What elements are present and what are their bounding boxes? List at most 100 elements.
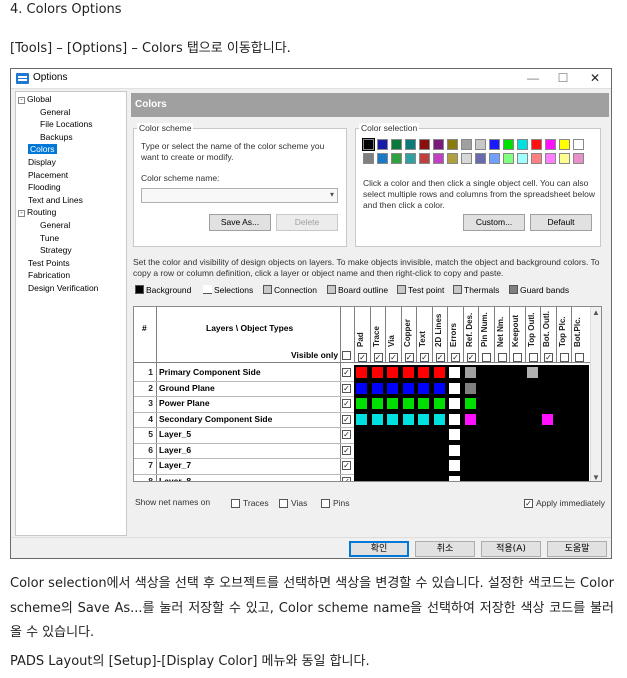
color-cell[interactable] [480,367,491,378]
cancel-button[interactable]: 취소 [415,541,475,557]
color-cell[interactable] [480,382,491,394]
palette-swatch[interactable] [377,153,388,164]
color-cell[interactable] [495,382,507,394]
apply-button[interactable]: 적용(A) [481,541,541,557]
color-cell[interactable] [387,367,398,378]
legend-swatch[interactable] [135,285,144,294]
color-cell[interactable] [557,413,569,425]
color-cell[interactable] [402,475,414,481]
color-cell[interactable] [480,413,491,425]
column-visible-checkbox[interactable] [513,353,522,362]
color-cell[interactable] [495,429,507,440]
tree-item-routing[interactable]: - Routing [18,207,56,218]
color-cell[interactable] [449,382,460,394]
layer-visible-checkbox[interactable]: ✓ [342,383,351,393]
color-cell[interactable] [387,413,398,425]
column-visible-checkbox[interactable] [559,353,569,362]
palette-swatch[interactable] [475,153,486,164]
palette-swatch[interactable] [559,153,570,164]
color-cell[interactable] [371,460,383,471]
palette-swatch[interactable] [461,153,472,164]
column-header-text[interactable]: Text [418,331,427,347]
column-header-pad[interactable]: Pad [356,332,365,347]
column-header-bot-plc-[interactable]: Bot.Plc. [573,317,582,347]
color-cell[interactable] [418,382,429,394]
color-cell[interactable] [387,444,398,456]
color-cell[interactable] [511,475,522,481]
color-cell[interactable] [449,413,460,425]
column-header-trace[interactable]: Trace [372,326,381,347]
color-cell[interactable] [495,413,507,425]
tree-item-test-points[interactable]: Test Points [28,258,70,269]
column-header-top-plc-[interactable]: Top Plc. [558,316,567,347]
color-cell[interactable] [356,413,367,425]
palette-swatch[interactable] [405,139,416,150]
color-cell[interactable] [433,398,445,409]
color-cell[interactable] [356,460,367,471]
color-cell[interactable] [387,460,398,471]
color-cell[interactable] [573,475,584,481]
save-as-button[interactable]: Save As... [209,214,271,231]
color-cell[interactable] [511,413,522,425]
color-cell[interactable] [480,398,491,409]
color-cell[interactable] [356,367,367,378]
legend-swatch[interactable] [327,285,336,294]
visible-only-checkbox[interactable] [342,351,351,360]
palette-swatch[interactable] [517,153,528,164]
tree-item-fabrication[interactable]: Fabrication [28,270,70,281]
color-cell[interactable] [464,367,476,378]
color-cell[interactable] [557,367,569,378]
color-cell[interactable] [464,460,476,471]
layer-name[interactable]: Layer_5 [159,429,191,439]
palette-swatch[interactable] [573,139,584,150]
color-cell[interactable] [433,413,445,425]
column-visible-checkbox[interactable]: ✓ [358,353,367,362]
palette-swatch[interactable] [433,139,444,150]
palette-swatch[interactable] [419,153,430,164]
color-cell[interactable] [495,475,507,481]
tree-item-placement[interactable]: Placement [28,170,68,181]
color-cell[interactable] [418,444,429,456]
color-cell[interactable] [573,398,584,409]
color-cell[interactable] [542,429,553,440]
color-cell[interactable] [495,460,507,471]
color-cell[interactable] [573,444,584,456]
column-visible-checkbox[interactable]: ✓ [435,353,445,362]
color-cell[interactable] [356,398,367,409]
color-cell[interactable] [557,444,569,456]
tree-item-design-verification[interactable]: Design Verification [28,283,98,294]
color-cell[interactable] [526,382,538,394]
color-cell[interactable] [371,413,383,425]
palette-swatch[interactable] [531,139,542,150]
column-header-2d-lines[interactable]: 2D Lines [434,314,443,347]
column-header-top-outl-[interactable]: Top Outl. [527,312,536,347]
color-cell[interactable] [402,413,414,425]
color-cell[interactable] [526,429,538,440]
layer-name[interactable]: Ground Plane [159,383,215,393]
grid-scrollbar[interactable]: ▲ ▼ [590,307,601,481]
color-cell[interactable] [418,460,429,471]
color-cell[interactable] [511,367,522,378]
column-visible-checkbox[interactable]: ✓ [544,353,553,362]
color-scheme-name-combo[interactable]: ▾ [141,188,338,203]
color-cell[interactable] [433,444,445,456]
color-cell[interactable] [480,429,491,440]
palette-swatch[interactable] [419,139,430,150]
color-cell[interactable] [402,367,414,378]
column-header-errors[interactable]: Errors [449,323,458,347]
color-cell[interactable] [371,444,383,456]
palette-swatch[interactable] [461,139,472,150]
color-cell[interactable] [402,460,414,471]
color-cell[interactable] [542,444,553,456]
color-cell[interactable] [573,382,584,394]
pins-checkbox[interactable] [321,499,330,508]
color-cell[interactable] [511,444,522,456]
color-cell[interactable] [449,460,460,471]
layer-name[interactable]: Layer_8 [159,476,191,482]
color-cell[interactable] [464,444,476,456]
color-cell[interactable] [526,367,538,378]
help-button[interactable]: 도움말 [547,541,607,557]
palette-swatch[interactable] [391,153,402,164]
layer-name[interactable]: Layer_7 [159,460,191,470]
color-cell[interactable] [526,444,538,456]
